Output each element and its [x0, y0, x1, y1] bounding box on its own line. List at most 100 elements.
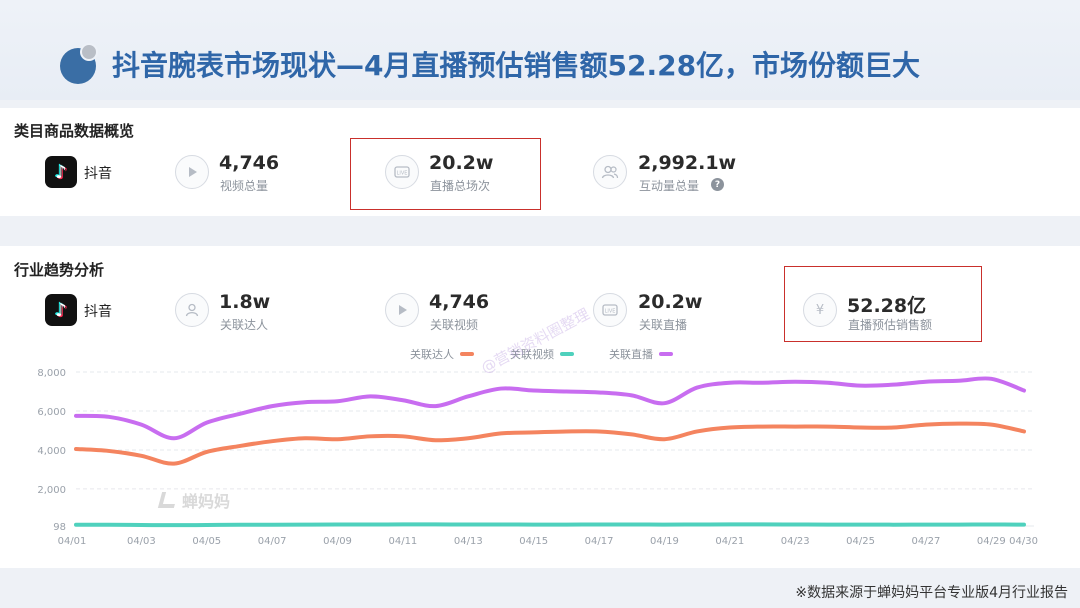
- help-icon[interactable]: ?: [711, 178, 724, 191]
- data-point: [173, 437, 175, 439]
- data-point: [108, 524, 110, 526]
- y-tick-label: 2,000: [37, 485, 66, 496]
- logo-watermark-text: 蝉妈妈: [182, 492, 231, 511]
- svg-text:LIVE: LIVE: [605, 309, 616, 315]
- douyin-icon: ♪: [45, 156, 77, 188]
- data-point: [729, 523, 731, 525]
- data-point: [565, 390, 567, 392]
- interaction-total-value: 2,992.1w: [638, 152, 737, 174]
- data-point: [958, 380, 960, 382]
- data-point: [631, 394, 633, 396]
- douyin-icon: ♪: [45, 294, 77, 326]
- data-point: [369, 395, 371, 397]
- trend-platform-label: 抖音: [84, 304, 112, 320]
- data-point: [990, 378, 992, 380]
- data-point: [75, 415, 77, 417]
- data-point: [761, 523, 763, 525]
- data-point: [761, 426, 763, 428]
- data-point: [108, 450, 110, 452]
- data-point: [271, 440, 273, 442]
- data-point: [958, 524, 960, 526]
- data-point: [238, 524, 240, 526]
- y-tick-label: 4,000: [37, 446, 66, 457]
- data-point: [1023, 430, 1025, 432]
- video-total-value: 4,746: [219, 152, 280, 174]
- legend-swatch: [560, 352, 574, 356]
- highlight-box-live-sales: [784, 266, 982, 342]
- data-point: [108, 416, 110, 418]
- data-point: [925, 524, 927, 526]
- data-point: [435, 523, 437, 525]
- data-point: [402, 523, 404, 525]
- x-tick-label: 04/11: [388, 536, 417, 547]
- data-point: [860, 385, 862, 387]
- data-point: [140, 524, 142, 526]
- data-point: [990, 424, 992, 426]
- x-tick-label: 04/21: [715, 536, 744, 547]
- data-point: [238, 445, 240, 447]
- data-point: [173, 524, 175, 526]
- data-point: [533, 431, 535, 433]
- data-point: [173, 463, 175, 465]
- data-source-footnote: ※数据来源于蝉妈妈平台专业版4月行业报告: [795, 585, 1068, 601]
- person-icon: [175, 293, 209, 327]
- data-point: [206, 524, 208, 526]
- x-tick-label: 04/05: [192, 536, 221, 547]
- data-point: [794, 381, 796, 383]
- data-point: [631, 523, 633, 525]
- data-point: [990, 523, 992, 525]
- data-point: [271, 405, 273, 407]
- data-point: [533, 524, 535, 526]
- data-point: [304, 437, 306, 439]
- data-point: [925, 381, 927, 383]
- x-tick-label: 04/13: [454, 536, 483, 547]
- x-tick-label: 04/17: [585, 536, 614, 547]
- header: 抖音腕表市场现状—4月直播预估销售额52.28亿，市场份额巨大: [0, 0, 1080, 100]
- interaction-total-label: 互动量总量: [639, 179, 700, 193]
- x-tick-label: 04/19: [650, 536, 679, 547]
- data-point: [435, 439, 437, 441]
- data-point: [827, 426, 829, 428]
- x-tick-label: 04/03: [127, 536, 156, 547]
- data-point: [75, 448, 77, 450]
- live-icon: LIVE: [593, 293, 627, 327]
- data-point: [958, 423, 960, 425]
- y-tick-label: 8,000: [37, 368, 66, 379]
- x-tick-label: 04/30: [1009, 536, 1038, 547]
- data-point: [761, 382, 763, 384]
- logo-watermark: 蝉妈妈: [157, 488, 231, 512]
- series-line-0[interactable]: [74, 421, 1026, 466]
- trend-line-chart: 98 2,000 4,000 6,000 8,000 04/01 04/03 04/05 04/…: [37, 368, 1038, 547]
- data-point: [794, 523, 796, 525]
- page-title: 抖音腕表市场现状—4月直播预估销售额52.28亿，市场份额巨大: [112, 49, 921, 82]
- data-point: [140, 455, 142, 457]
- data-point: [467, 523, 469, 525]
- series-line-1[interactable]: [74, 522, 1026, 528]
- data-point: [925, 424, 927, 426]
- data-point: [663, 438, 665, 440]
- x-tick-label: 04/07: [258, 536, 287, 547]
- data-point: [337, 438, 339, 440]
- data-point: [140, 424, 142, 426]
- data-point: [206, 422, 208, 424]
- related-live-value: 20.2w: [638, 291, 703, 313]
- data-point: [598, 391, 600, 393]
- x-tick-label: 04/15: [519, 536, 548, 547]
- data-point: [402, 435, 404, 437]
- data-point: [565, 430, 567, 432]
- data-point: [729, 382, 731, 384]
- related-live-label: 关联直播: [639, 318, 688, 332]
- related-influencers-label: 关联达人: [220, 318, 269, 332]
- data-point: [271, 524, 273, 526]
- data-point: [631, 433, 633, 435]
- play-icon: [175, 155, 209, 189]
- data-point: [696, 430, 698, 432]
- data-point: [598, 523, 600, 525]
- y-tick-label: 6,000: [37, 407, 66, 418]
- data-point: [565, 524, 567, 526]
- overview-section-title: 类目商品数据概览: [14, 122, 135, 140]
- highlight-box-live-total: [350, 138, 541, 210]
- data-point: [1023, 390, 1025, 392]
- video-total-label: 视频总量: [220, 179, 269, 193]
- logo-dot-icon: [80, 43, 98, 61]
